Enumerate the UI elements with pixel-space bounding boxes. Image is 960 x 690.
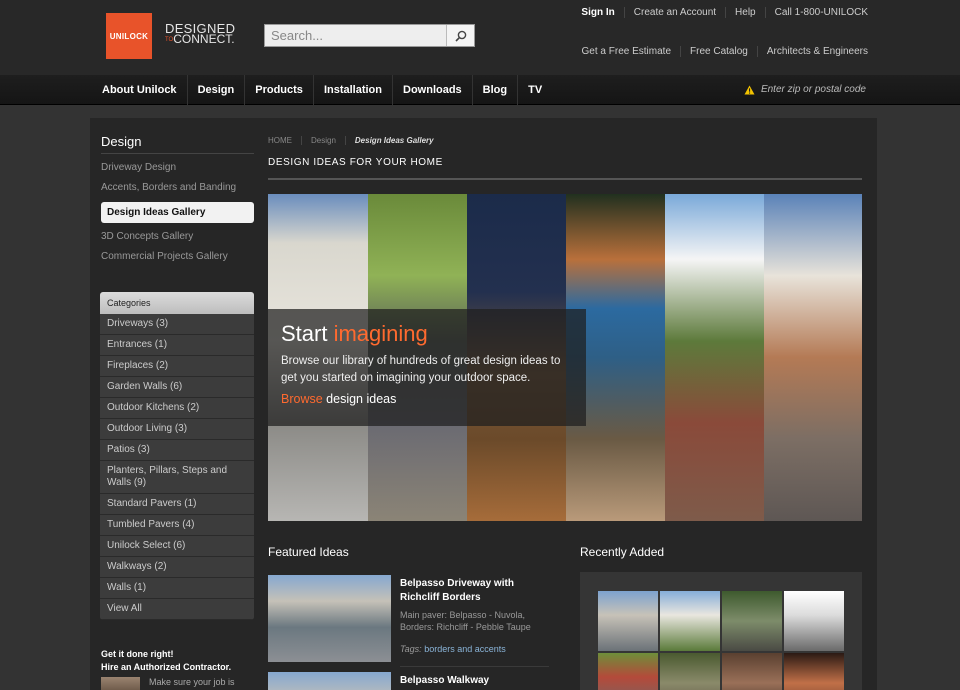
contractor-text: Make sure your job is xyxy=(149,677,235,687)
sidebar-item-design-ideas-gallery[interactable]: Design Ideas Gallery xyxy=(101,202,254,223)
recently-added-box xyxy=(580,572,862,690)
recent-thumb[interactable] xyxy=(722,653,782,690)
category-item[interactable]: Entrances (1) xyxy=(100,335,254,356)
free-estimate-link[interactable]: Get a Free Estimate xyxy=(573,46,680,57)
tags-label: Tags: xyxy=(400,644,422,654)
featured-name[interactable]: Belpasso Driveway with Richcliff Borders xyxy=(400,577,540,605)
category-view-all[interactable]: View All xyxy=(100,599,254,620)
category-item[interactable]: Outdoor Living (3) xyxy=(100,419,254,440)
sidebar-item-accents[interactable]: Accents, Borders and Banding xyxy=(101,178,254,198)
nav-design[interactable]: Design xyxy=(186,75,245,105)
category-item[interactable]: Driveways (3) xyxy=(100,314,254,335)
main-navbar: About Unilock Design Products Installati… xyxy=(0,75,960,105)
category-item[interactable]: Unilock Select (6) xyxy=(100,536,254,557)
breadcrumb-home[interactable]: HOME xyxy=(268,136,301,145)
category-item[interactable]: Walkways (2) xyxy=(100,557,254,578)
recent-thumb[interactable] xyxy=(784,653,844,690)
featured-ideas-title: Featured Ideas xyxy=(268,545,349,559)
nav-blog[interactable]: Blog xyxy=(471,75,517,105)
recent-thumb[interactable] xyxy=(598,591,658,651)
zip-text: Enter zip or postal code xyxy=(760,84,866,95)
categories-box: Categories Driveways (3) Entrances (1) F… xyxy=(100,292,254,620)
designed-to-connect-logo: DESIGNED TOCONNECT. xyxy=(165,22,235,46)
sidebar-item-commercial-projects[interactable]: Commercial Projects Gallery xyxy=(101,247,254,267)
secondary-links: Get a Free Estimate Free Catalog Archite… xyxy=(573,46,877,57)
category-item[interactable]: Outdoor Kitchens (2) xyxy=(100,398,254,419)
zip-locator[interactable]: Enter zip or postal code xyxy=(744,84,866,95)
site-header: UNILOCK DESIGNED TOCONNECT. Sign In Crea… xyxy=(0,0,960,75)
warning-icon xyxy=(744,85,755,94)
sidebar-item-driveway-design[interactable]: Driveway Design xyxy=(101,158,254,178)
nav-products[interactable]: Products xyxy=(244,75,313,105)
tag-link[interactable]: borders and accents xyxy=(424,644,506,654)
sidebar-title: Design xyxy=(101,134,254,154)
categories-header: Categories xyxy=(100,292,254,314)
hero-title-plain: Start xyxy=(281,321,334,346)
nav-about[interactable]: About Unilock xyxy=(92,75,187,105)
recent-thumb[interactable] xyxy=(660,653,720,690)
category-item[interactable]: Garden Walls (6) xyxy=(100,377,254,398)
free-catalog-link[interactable]: Free Catalog xyxy=(680,46,757,57)
nav-downloads[interactable]: Downloads xyxy=(392,75,472,105)
nav-installation[interactable]: Installation xyxy=(312,75,392,105)
recent-thumb[interactable] xyxy=(784,591,844,651)
browse-link-plain: design ideas xyxy=(322,392,397,406)
unilock-logo[interactable]: UNILOCK xyxy=(106,13,152,59)
search-box xyxy=(264,24,475,47)
recent-thumb[interactable] xyxy=(598,653,658,690)
browse-link-accent: Browse xyxy=(281,392,323,406)
featured-thumb[interactable] xyxy=(268,575,391,662)
contractor-photo xyxy=(101,677,140,690)
sidebar-links: Driveway Design Accents, Borders and Ban… xyxy=(101,158,254,267)
gallery-photo-pergola xyxy=(665,194,764,521)
category-item[interactable]: Fireplaces (2) xyxy=(100,356,254,377)
breadcrumb-design[interactable]: Design xyxy=(301,136,345,145)
create-account-link[interactable]: Create an Account xyxy=(623,7,725,18)
contractor-line2[interactable]: Hire an Authorized Contractor. xyxy=(101,661,231,674)
recent-thumb[interactable] xyxy=(660,591,720,651)
page-title: DESIGN IDEAS FOR YOUR HOME xyxy=(268,157,862,180)
browse-link[interactable]: Browse design ideas xyxy=(281,392,396,406)
top-links: Sign In Create an Account Help Call 1-80… xyxy=(572,7,877,18)
category-item[interactable]: Standard Pavers (1) xyxy=(100,494,254,515)
hero-text: Browse our library of hundreds of great … xyxy=(281,355,561,384)
featured-desc: Main paver: Belpasso - Nuvola, Borders: … xyxy=(400,610,531,632)
recently-added-title: Recently Added xyxy=(580,545,665,559)
recent-thumb[interactable] xyxy=(722,591,782,651)
search-button[interactable] xyxy=(446,25,474,46)
search-icon xyxy=(454,30,466,42)
featured-divider xyxy=(400,666,549,667)
featured-thumb[interactable] xyxy=(268,672,391,690)
logo-text: UNILOCK xyxy=(109,31,149,41)
featured-name[interactable]: Belpasso Walkway xyxy=(400,675,489,686)
category-item[interactable]: Planters, Pillars, Steps and Walls (9) xyxy=(100,461,254,494)
tagline-line2: CONNECT. xyxy=(173,32,235,46)
breadcrumb: HOME Design Design Ideas Gallery xyxy=(268,136,443,145)
breadcrumb-current: Design Ideas Gallery xyxy=(344,136,443,145)
sign-in-link[interactable]: Sign In xyxy=(572,7,623,18)
search-input[interactable] xyxy=(265,25,447,46)
hero-title: Start imagining xyxy=(281,321,428,347)
nav-tv[interactable]: TV xyxy=(517,75,552,105)
category-item[interactable]: Patios (3) xyxy=(100,440,254,461)
architects-link[interactable]: Architects & Engineers xyxy=(756,46,877,57)
call-link[interactable]: Call 1-800-UNILOCK xyxy=(764,7,877,18)
featured-tags: Tags: borders and accents xyxy=(400,644,506,654)
main-nav: About Unilock Design Products Installati… xyxy=(92,75,552,105)
hero-title-accent: imagining xyxy=(333,321,428,346)
contractor-line1: Get it done right! xyxy=(101,649,174,659)
tagline-to: TO xyxy=(165,36,174,43)
sidebar-item-3d-concepts[interactable]: 3D Concepts Gallery xyxy=(101,227,254,247)
contractor-promo: Get it done right! Hire an Authorized Co… xyxy=(101,648,231,674)
help-link[interactable]: Help xyxy=(725,7,765,18)
category-item[interactable]: Tumbled Pavers (4) xyxy=(100,515,254,536)
gallery-photo-patio xyxy=(764,194,862,521)
category-item[interactable]: Walls (1) xyxy=(100,578,254,599)
